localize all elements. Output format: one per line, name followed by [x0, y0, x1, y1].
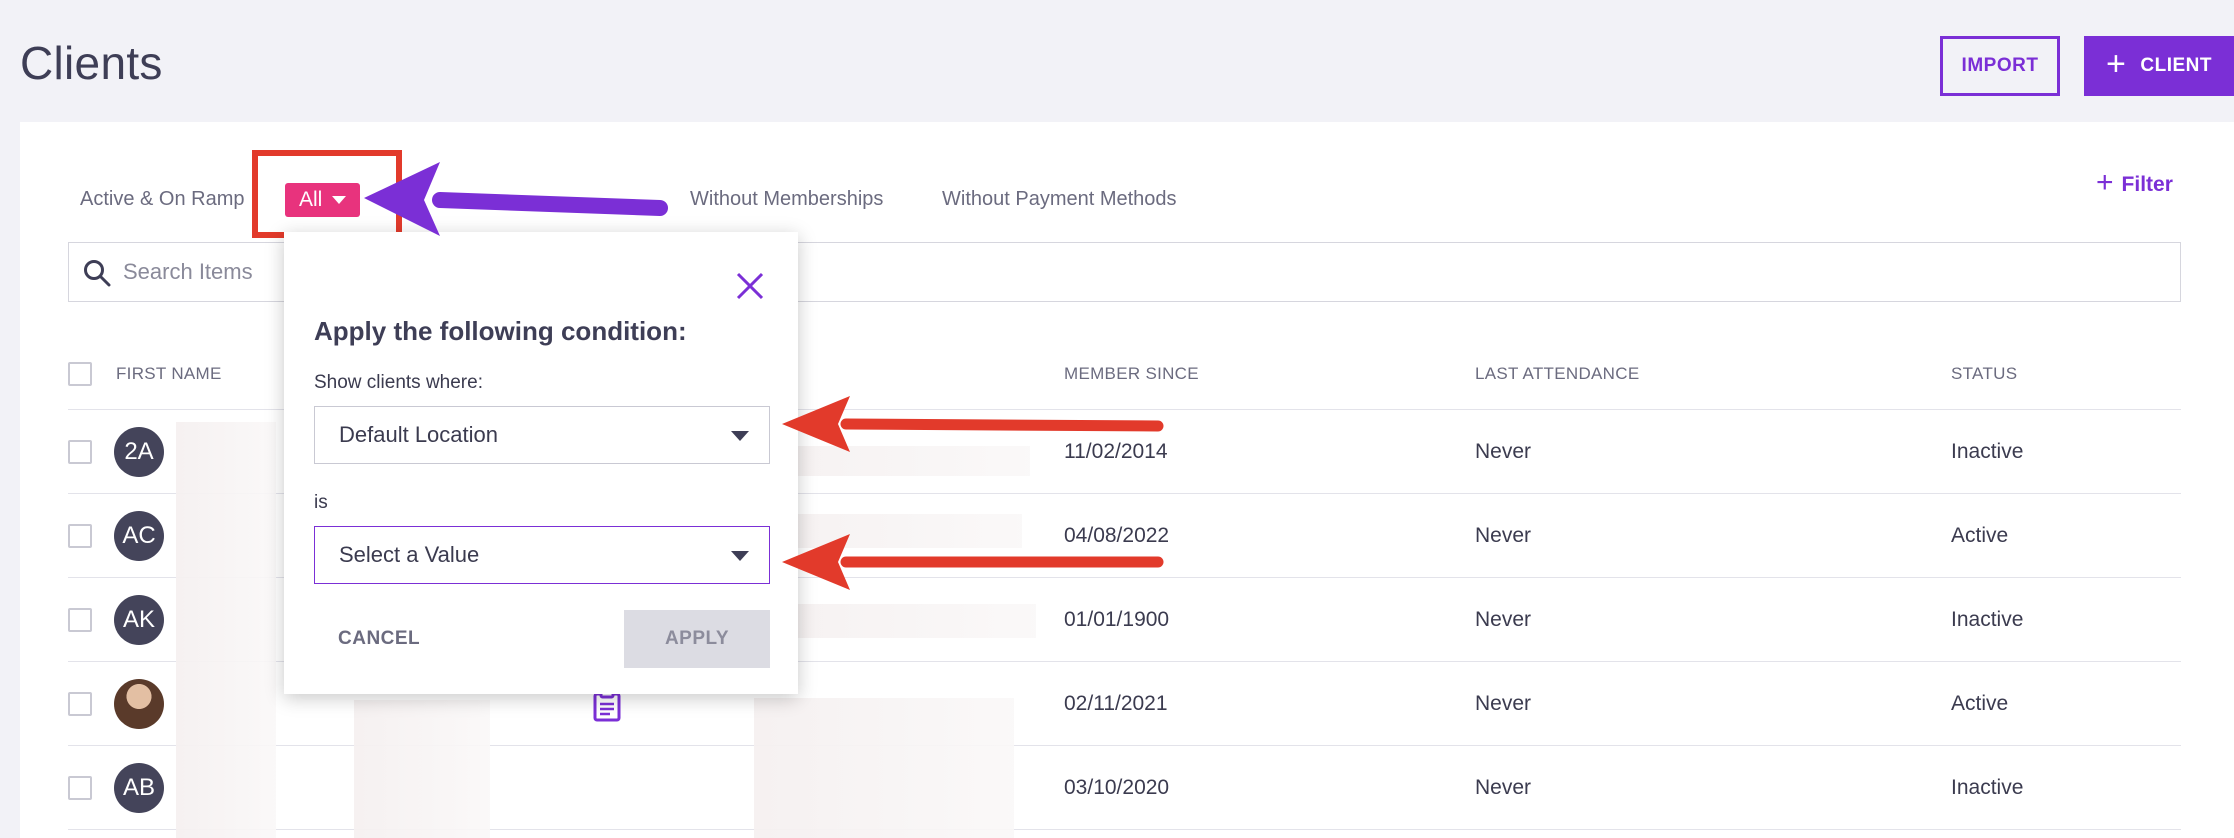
- apply-button[interactable]: APPLY: [624, 610, 770, 668]
- last-attendance-cell: Never: [1475, 608, 1532, 631]
- status-cell: Inactive: [1951, 608, 2024, 631]
- avatar[interactable]: AC: [114, 511, 164, 561]
- column-status[interactable]: STATUS: [1951, 364, 2017, 384]
- column-member-since[interactable]: MEMBER SINCE: [1064, 364, 1199, 384]
- cancel-button[interactable]: CANCEL: [314, 610, 444, 668]
- row-checkbox[interactable]: [68, 608, 92, 632]
- condition-value-placeholder: Select a Value: [339, 542, 480, 567]
- redacted-region: [354, 700, 490, 838]
- avatar[interactable]: AK: [114, 595, 164, 645]
- tab-without-memberships[interactable]: Without Memberships: [690, 188, 883, 211]
- last-attendance-cell: Never: [1475, 440, 1532, 463]
- add-client-button[interactable]: + CLIENT: [2084, 36, 2234, 96]
- redacted-region: [176, 422, 276, 838]
- condition-value-select[interactable]: Select a Value: [314, 526, 770, 584]
- tab-active-on-ramp[interactable]: Active & On Ramp: [80, 188, 245, 211]
- is-label: is: [314, 492, 328, 513]
- last-attendance-cell: Never: [1475, 776, 1532, 799]
- caret-down-icon: [731, 551, 749, 561]
- row-checkbox[interactable]: [68, 524, 92, 548]
- last-attendance-cell: Never: [1475, 692, 1532, 715]
- redacted-region: [754, 698, 1014, 838]
- add-client-label: CLIENT: [2140, 55, 2212, 76]
- member-since-cell: 11/02/2014: [1064, 440, 1168, 463]
- annotation-highlight-box: [252, 150, 402, 238]
- row-checkbox[interactable]: [68, 692, 92, 716]
- condition-field-value: Default Location: [339, 422, 498, 447]
- import-button[interactable]: IMPORT: [1940, 36, 2060, 96]
- tab-without-payment-methods[interactable]: Without Payment Methods: [942, 188, 1177, 211]
- condition-field-select[interactable]: Default Location: [314, 406, 770, 464]
- last-attendance-cell: Never: [1475, 524, 1532, 547]
- avatar[interactable]: 2A: [114, 427, 164, 477]
- plus-icon: +: [2106, 45, 2127, 83]
- add-filter-button[interactable]: + Filter: [2096, 168, 2173, 198]
- search-icon: [84, 260, 111, 287]
- member-since-cell: 04/08/2022: [1064, 524, 1170, 547]
- close-icon[interactable]: [734, 270, 766, 302]
- avatar[interactable]: AB: [114, 763, 164, 813]
- status-cell: Inactive: [1951, 776, 2024, 799]
- caret-down-icon: [731, 431, 749, 441]
- filter-condition-modal: Apply the following condition: Show clie…: [284, 232, 798, 694]
- select-all-checkbox[interactable]: [68, 362, 92, 386]
- row-checkbox[interactable]: [68, 440, 92, 464]
- status-cell: Active: [1951, 524, 2009, 547]
- row-checkbox[interactable]: [68, 776, 92, 800]
- filter-label: Filter: [2121, 173, 2173, 196]
- status-cell: Active: [1951, 692, 2009, 715]
- member-since-cell: 03/10/2020: [1064, 776, 1170, 799]
- status-cell: Inactive: [1951, 440, 2024, 463]
- show-clients-label: Show clients where:: [314, 372, 483, 393]
- column-last-attendance[interactable]: LAST ATTENDANCE: [1475, 364, 1639, 384]
- modal-title: Apply the following condition:: [314, 316, 687, 346]
- column-first-name[interactable]: FIRST NAME: [116, 364, 222, 384]
- member-since-cell: 02/11/2021: [1064, 692, 1168, 715]
- plus-icon: +: [2096, 166, 2114, 199]
- avatar-photo[interactable]: [114, 679, 164, 729]
- member-since-cell: 01/01/1900: [1064, 608, 1170, 631]
- page-title: Clients: [20, 37, 163, 89]
